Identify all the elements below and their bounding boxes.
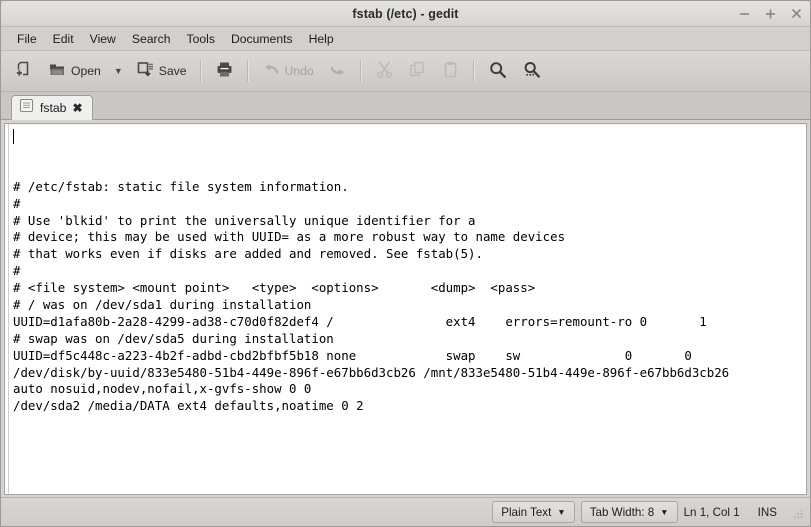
new-document-icon [14, 60, 33, 82]
insert-mode-indicator: INS [757, 505, 777, 519]
clipboard-icon [441, 60, 460, 82]
save-button[interactable]: Save [129, 56, 194, 86]
code-line: # /etc/fstab: static file system informa… [13, 178, 349, 194]
code-line: # [13, 195, 21, 211]
paste-button[interactable] [434, 56, 467, 86]
minimize-icon[interactable] [738, 7, 751, 20]
toolbar-separator-1 [199, 60, 202, 82]
close-icon[interactable] [790, 7, 803, 20]
find-button[interactable] [481, 56, 515, 86]
code-line: # / was on /dev/sda1 during installation [13, 296, 312, 312]
text-caret [13, 129, 14, 144]
search-replace-icon [522, 60, 542, 83]
window-controls [738, 1, 803, 26]
document-icon [19, 98, 34, 118]
code-line: UUID=df5c448c-a223-4b2f-adbd-cbd2bfbf5b1… [13, 347, 692, 363]
code-line: # Use 'blkid' to print the universally u… [13, 212, 476, 228]
copy-icon [408, 60, 427, 82]
editor-frame: # /etc/fstab: static file system informa… [4, 123, 807, 495]
tab-label: fstab [40, 101, 67, 115]
maximize-icon[interactable] [764, 7, 777, 20]
status-bar: Plain Text ▼ Tab Width: 8 ▼ Ln 1, Col 1 … [1, 497, 810, 526]
menu-help[interactable]: Help [301, 29, 342, 49]
open-dropdown-arrow[interactable]: ▼ [108, 66, 129, 76]
menu-search[interactable]: Search [124, 29, 179, 49]
save-button-label: Save [158, 63, 187, 78]
menu-bar: File Edit View Search Tools Documents He… [1, 27, 810, 51]
scissors-icon [375, 60, 394, 82]
language-selector[interactable]: Plain Text ▼ [492, 501, 575, 523]
open-button[interactable]: Open [40, 56, 108, 86]
print-icon [215, 60, 234, 82]
undo-button-label: Undo [284, 63, 314, 78]
code-line: # [13, 263, 21, 279]
chevron-down-icon-2: ▼ [660, 507, 669, 517]
code-line: # device; this may be used with UUID= as… [13, 229, 566, 245]
toolbar-separator-4 [472, 60, 475, 82]
window-title: fstab (/etc) - gedit [352, 6, 459, 21]
code-line: auto nosuid,nodev,nofail,x-gvfs-show 0 0 [13, 381, 312, 397]
redo-arrow-icon [328, 61, 347, 81]
menu-edit[interactable]: Edit [45, 29, 82, 49]
code-line: # swap was on /dev/sda5 during installat… [13, 330, 334, 346]
menu-documents[interactable]: Documents [223, 29, 301, 49]
undo-button[interactable]: Undo [255, 56, 321, 86]
code-line: # that works even if disks are added and… [13, 246, 483, 262]
new-document-button[interactable] [7, 56, 40, 86]
code-line: # <file system> <mount point> <type> <op… [13, 280, 536, 296]
open-folder-icon [47, 60, 67, 82]
resize-grip[interactable] [791, 506, 804, 519]
print-button[interactable] [208, 56, 241, 86]
menu-view[interactable]: View [82, 29, 124, 49]
cut-button[interactable] [368, 56, 401, 86]
toolbar: Open ▼ Save Undo [1, 51, 810, 92]
replace-button[interactable] [515, 56, 549, 86]
menu-file[interactable]: File [9, 29, 45, 49]
menu-tools[interactable]: Tools [178, 29, 222, 49]
tab-close-icon[interactable]: ✖ [72, 102, 82, 114]
tab-width-selector[interactable]: Tab Width: 8 ▼ [580, 501, 678, 523]
cursor-position: Ln 1, Col 1 [683, 505, 740, 519]
code-line: /dev/sda2 /media/DATA ext4 defaults,noat… [13, 398, 364, 414]
search-icon [488, 60, 508, 83]
toolbar-separator-2 [246, 60, 249, 82]
text-editor[interactable]: # /etc/fstab: static file system informa… [9, 124, 806, 494]
toolbar-separator-3 [359, 60, 362, 82]
copy-button[interactable] [401, 56, 434, 86]
tab-width-label: Tab Width: 8 [589, 505, 655, 519]
redo-button[interactable] [321, 56, 354, 86]
tab-fstab[interactable]: fstab ✖ [11, 95, 93, 120]
title-bar: fstab (/etc) - gedit [1, 1, 810, 27]
open-button-label: Open [71, 63, 101, 78]
tab-bar: fstab ✖ [1, 92, 810, 120]
code-line: UUID=d1afa80b-2a28-4299-ad38-c70d0f82def… [13, 313, 707, 329]
chevron-down-icon: ▼ [557, 507, 566, 517]
save-icon [136, 60, 155, 82]
gedit-window: fstab (/etc) - gedit File Edit View Sear… [0, 0, 811, 527]
code-line: /dev/disk/by-uuid/833e5480-51b4-449e-896… [13, 364, 730, 380]
undo-arrow-icon [262, 61, 281, 81]
editor-container: # /etc/fstab: static file system informa… [1, 120, 810, 497]
language-label: Plain Text [501, 505, 552, 519]
